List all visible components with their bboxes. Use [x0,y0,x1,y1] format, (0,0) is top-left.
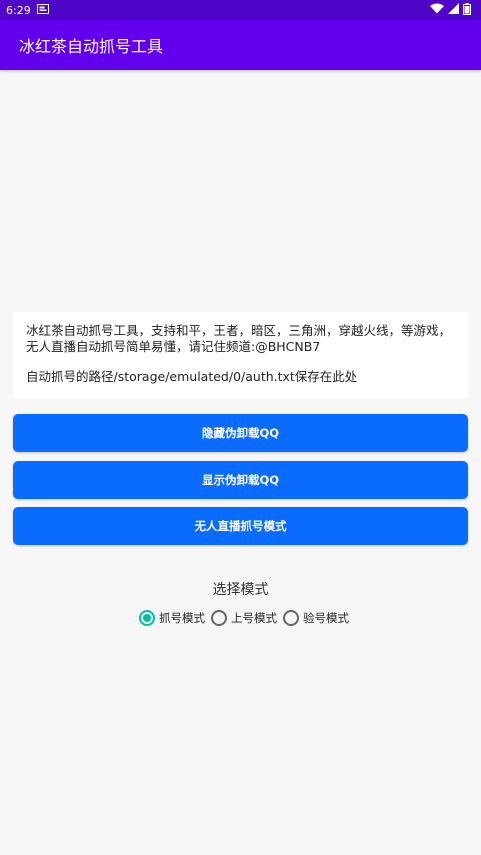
status-bar: 6:29 [0,0,481,20]
live-capture-mode-button[interactable]: 无人直播抓号模式 [13,507,468,545]
battery-icon [463,2,471,18]
app-title: 冰红茶自动抓号工具 [19,37,164,56]
wifi-icon [430,3,444,17]
show-fake-uninstall-qq-button[interactable]: 显示伪卸载QQ [13,461,468,499]
radio-capture-mode-label[interactable]: 抓号模式 [159,610,205,626]
info-description: 冰红茶自动抓号工具，支持和平，王者，暗区，三角洲，穿越火线，等游戏，无人直播自动… [26,323,452,354]
cell-signal-icon [448,3,459,17]
app-bar: 冰红茶自动抓号工具 [0,20,481,70]
info-card: 冰红茶自动抓号工具，支持和平，王者，暗区，三角洲，穿越火线，等游戏，无人直播自动… [13,312,468,398]
hide-fake-uninstall-qq-button[interactable]: 隐藏伪卸载QQ [13,414,468,452]
radio-verify-mode[interactable]: 验号模式 [283,610,349,626]
radio-verify-mode-circle[interactable] [283,610,299,626]
mode-radio-group: 抓号模式 上号模式 验号模式 [139,609,351,627]
sim-card-icon [36,3,49,17]
radio-capture-mode[interactable]: 抓号模式 [139,610,205,626]
status-time: 6:29 [6,3,31,17]
status-left: 6:29 [6,3,49,17]
radio-capture-mode-circle[interactable] [139,610,155,626]
mode-title: 选择模式 [212,582,269,598]
status-right [430,2,471,18]
radio-verify-mode-label[interactable]: 验号模式 [303,610,349,626]
radio-login-mode-circle[interactable] [211,610,227,626]
info-path: 自动抓号的路径/storage/emulated/0/auth.txt保存在此处 [26,369,358,384]
radio-login-mode-label[interactable]: 上号模式 [231,610,277,626]
radio-login-mode[interactable]: 上号模式 [211,610,277,626]
